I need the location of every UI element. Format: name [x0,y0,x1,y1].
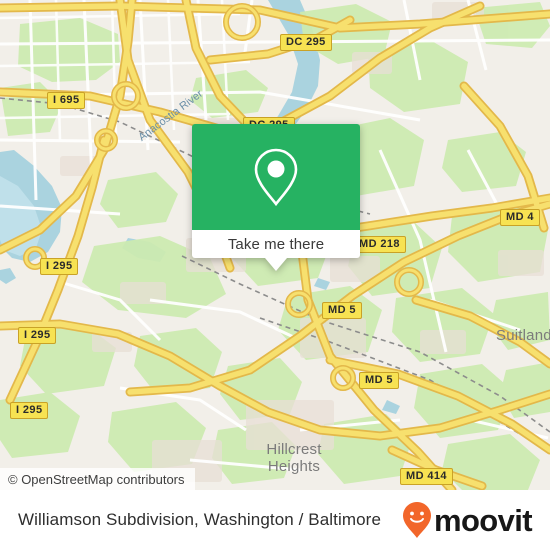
place-label: Suitland [496,327,550,344]
road-shield: MD 5 [359,372,399,389]
location-title: Williamson Subdivision, Washington / Bal… [18,510,382,529]
road-shield: I 295 [18,327,57,344]
popup-pointer-tail [265,258,287,271]
road-shield: I 295 [40,258,79,275]
map-canvas[interactable]: I 695DC 295DC 295MD 4MD 218I 295I 295MD … [0,0,550,490]
take-me-there-button[interactable]: Take me there [192,230,360,258]
location-popup-card[interactable]: Take me there [192,124,360,271]
road-shield: I 295 [10,402,49,419]
road-shield: MD 414 [400,468,453,485]
road-shield: MD 5 [322,302,362,319]
place-label: Hillcrest Heights [266,441,322,475]
map-pin-icon [254,148,298,207]
popup-header [192,124,360,230]
attribution-text: © OpenStreetMap contributors [8,471,185,487]
road-shield: MD 4 [500,209,540,226]
map-screen: I 695DC 295DC 295MD 4MD 218I 295I 295MD … [0,0,550,550]
moovit-wordmark: moovit [433,502,533,538]
road-shield: I 695 [47,92,86,109]
footer-bar: Williamson Subdivision, Washington / Bal… [0,490,550,550]
road-shield: MD 218 [353,236,406,253]
moovit-logo[interactable]: moovit [402,501,533,539]
road-shield: DC 295 [280,34,332,51]
map-attribution: © OpenStreetMap contributors [0,468,195,490]
moovit-pin-icon [402,502,431,538]
